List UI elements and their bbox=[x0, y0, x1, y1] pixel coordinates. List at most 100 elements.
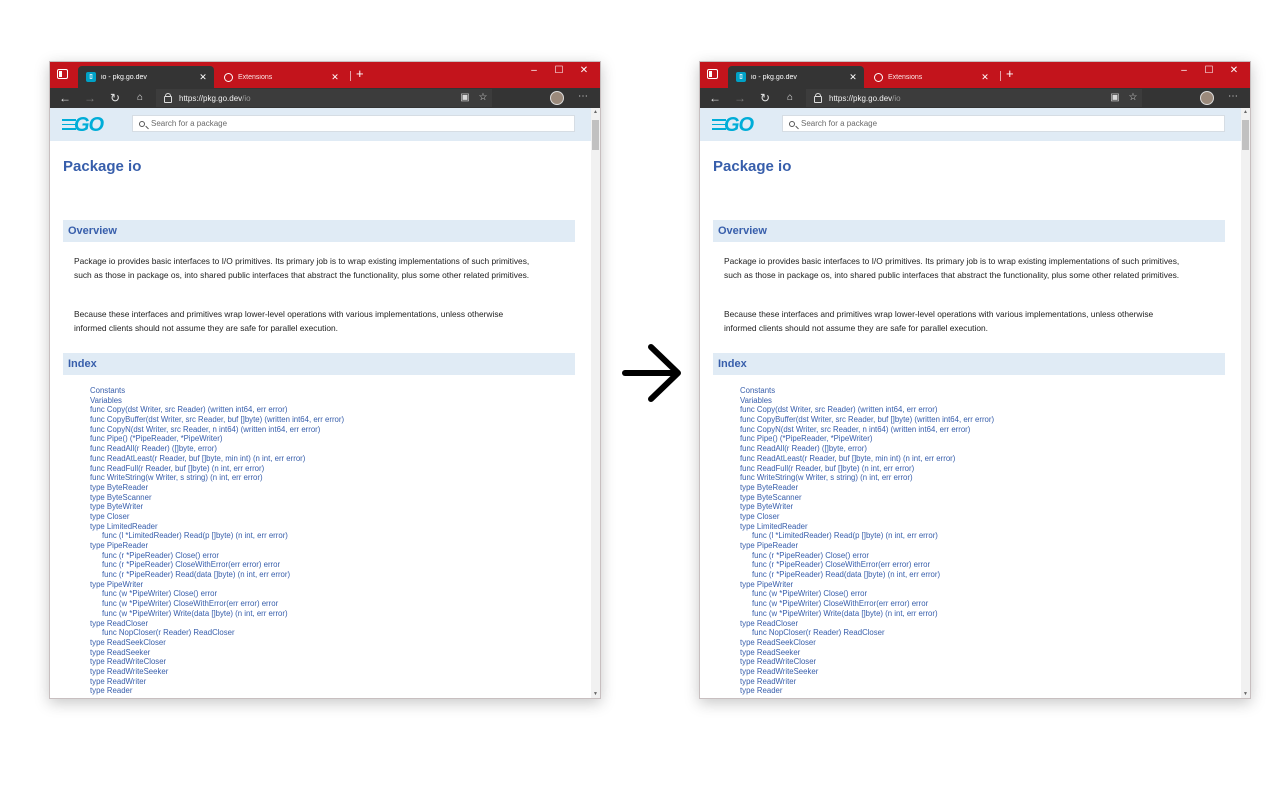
index-link[interactable]: func Pipe() (*PipeReader, *PipeWriter) bbox=[90, 434, 344, 444]
scroll-down-icon[interactable]: ▼ bbox=[1242, 691, 1249, 697]
index-link[interactable]: func ReadAll(r Reader) ([]byte, error) bbox=[740, 444, 994, 454]
index-heading[interactable]: Index bbox=[713, 353, 1225, 375]
index-link[interactable]: type ReadSeeker bbox=[90, 648, 344, 658]
go-logo[interactable]: GO bbox=[724, 114, 754, 137]
index-link[interactable]: type ReadWriteSeeker bbox=[90, 667, 344, 677]
index-link[interactable]: func WriteString(w Writer, s string) (n … bbox=[90, 473, 344, 483]
avatar[interactable] bbox=[550, 91, 564, 105]
index-link[interactable]: func ReadFull(r Reader, buf []byte) (n i… bbox=[740, 464, 994, 474]
index-link[interactable]: type LimitedReader bbox=[90, 522, 344, 532]
index-link[interactable]: func (w *PipeWriter) CloseWithError(err … bbox=[90, 599, 344, 609]
new-tab-icon[interactable]: + bbox=[356, 66, 364, 81]
index-link[interactable]: type ByteScanner bbox=[740, 493, 994, 503]
tab-io[interactable]: ▯ io - pkg.go.dev ✕ bbox=[728, 66, 864, 88]
index-link[interactable]: func Pipe() (*PipeReader, *PipeWriter) bbox=[740, 434, 994, 444]
scrollbar[interactable]: ▲ ▼ bbox=[591, 108, 600, 698]
index-link[interactable]: type ReadSeekCloser bbox=[740, 638, 994, 648]
index-link[interactable]: type ReadWriter bbox=[740, 677, 994, 687]
scrollbar[interactable]: ▲ ▼ bbox=[1241, 108, 1250, 698]
favorites-star-icon[interactable]: ☆ bbox=[476, 92, 490, 103]
lock-icon[interactable] bbox=[164, 92, 172, 103]
index-link[interactable]: func (w *PipeWriter) Close() error bbox=[740, 589, 994, 599]
reading-view-icon[interactable]: ▣ bbox=[458, 92, 472, 103]
index-link[interactable]: func (r *PipeReader) Read(data []byte) (… bbox=[740, 570, 994, 580]
index-link[interactable]: func (w *PipeWriter) Close() error bbox=[90, 589, 344, 599]
index-link[interactable]: type ByteWriter bbox=[90, 502, 344, 512]
home-icon[interactable]: ⌂ bbox=[783, 90, 797, 106]
favorites-star-icon[interactable]: ☆ bbox=[1126, 92, 1140, 103]
index-link[interactable]: type ReadSeeker bbox=[740, 648, 994, 658]
index-link[interactable]: func (r *PipeReader) CloseWithError(err … bbox=[90, 560, 344, 570]
scroll-down-icon[interactable]: ▼ bbox=[592, 691, 599, 697]
tab-extensions[interactable]: Extensions ✕ bbox=[216, 66, 346, 88]
index-link[interactable]: func (r *PipeReader) CloseWithError(err … bbox=[740, 560, 994, 570]
index-link[interactable]: type ReadCloser bbox=[90, 619, 344, 629]
index-link[interactable]: func (w *PipeWriter) CloseWithError(err … bbox=[740, 599, 994, 609]
index-link[interactable]: type Reader bbox=[740, 686, 994, 696]
search-input[interactable]: Search for a package bbox=[132, 115, 575, 132]
index-link[interactable]: func (w *PipeWriter) Write(data []byte) … bbox=[90, 609, 344, 619]
index-link[interactable]: func Copy(dst Writer, src Reader) (writt… bbox=[740, 405, 994, 415]
index-link[interactable]: func (w *PipeWriter) Write(data []byte) … bbox=[740, 609, 994, 619]
index-link[interactable]: type Reader bbox=[90, 686, 344, 696]
more-menu-icon[interactable]: ⋯ bbox=[576, 91, 590, 102]
index-link[interactable]: Constants bbox=[740, 386, 994, 396]
maximize-button[interactable]: ☐ bbox=[547, 65, 571, 76]
index-link[interactable]: Variables bbox=[740, 396, 994, 406]
close-tab-icon[interactable]: ✕ bbox=[978, 72, 992, 83]
refresh-icon[interactable]: ↻ bbox=[108, 90, 122, 106]
index-link[interactable]: type PipeReader bbox=[740, 541, 994, 551]
address-bar[interactable]: https://pkg.go.dev /io ▣ ☆ bbox=[156, 89, 492, 107]
index-link[interactable]: Constants bbox=[90, 386, 344, 396]
back-icon[interactable]: ← bbox=[708, 90, 722, 106]
index-link[interactable]: type ReadWriteCloser bbox=[90, 657, 344, 667]
index-link[interactable]: func CopyBuffer(dst Writer, src Reader, … bbox=[90, 415, 344, 425]
tab-actions-icon[interactable] bbox=[57, 69, 68, 79]
index-link[interactable]: func (l *LimitedReader) Read(p []byte) (… bbox=[740, 531, 994, 541]
index-link[interactable]: Variables bbox=[90, 396, 344, 406]
index-link[interactable]: type ReadWriteCloser bbox=[740, 657, 994, 667]
index-link[interactable]: func NopCloser(r Reader) ReadCloser bbox=[90, 628, 344, 638]
index-link[interactable]: type ReadWriter bbox=[90, 677, 344, 687]
address-bar[interactable]: https://pkg.go.dev /io ▣ ☆ bbox=[806, 89, 1142, 107]
search-input[interactable]: Search for a package bbox=[782, 115, 1225, 132]
index-link[interactable]: func ReadAtLeast(r Reader, buf []byte, m… bbox=[90, 454, 344, 464]
back-icon[interactable]: ← bbox=[58, 90, 72, 106]
close-tab-icon[interactable]: ✕ bbox=[328, 72, 342, 83]
close-tab-icon[interactable]: ✕ bbox=[846, 72, 860, 83]
index-link[interactable]: func WriteString(w Writer, s string) (n … bbox=[740, 473, 994, 483]
avatar[interactable] bbox=[1200, 91, 1214, 105]
index-link[interactable]: func (r *PipeReader) Close() error bbox=[90, 551, 344, 561]
tab-actions-icon[interactable] bbox=[707, 69, 718, 79]
index-link[interactable]: type Closer bbox=[90, 512, 344, 522]
index-link[interactable]: type ReadCloser bbox=[740, 619, 994, 629]
index-link[interactable]: func (r *PipeReader) Read(data []byte) (… bbox=[90, 570, 344, 580]
overview-heading[interactable]: Overview bbox=[713, 220, 1225, 242]
index-link[interactable]: type PipeWriter bbox=[90, 580, 344, 590]
index-link[interactable]: type ReadWriteSeeker bbox=[740, 667, 994, 677]
home-icon[interactable]: ⌂ bbox=[133, 90, 147, 106]
index-link[interactable]: type ByteWriter bbox=[740, 502, 994, 512]
new-tab-icon[interactable]: + bbox=[1006, 66, 1014, 81]
index-link[interactable]: type ReadSeekCloser bbox=[90, 638, 344, 648]
tab-io[interactable]: ▯ io - pkg.go.dev ✕ bbox=[78, 66, 214, 88]
index-link[interactable]: type PipeWriter bbox=[740, 580, 994, 590]
index-link[interactable]: func CopyN(dst Writer, src Reader, n int… bbox=[740, 425, 994, 435]
index-link[interactable]: func ReadAtLeast(r Reader, buf []byte, m… bbox=[740, 454, 994, 464]
index-link[interactable]: type ByteScanner bbox=[90, 493, 344, 503]
close-window-button[interactable]: ✕ bbox=[1222, 65, 1246, 76]
index-link[interactable]: type ByteReader bbox=[740, 483, 994, 493]
more-menu-icon[interactable]: ⋯ bbox=[1226, 91, 1240, 102]
index-link[interactable]: func CopyN(dst Writer, src Reader, n int… bbox=[90, 425, 344, 435]
close-window-button[interactable]: ✕ bbox=[572, 65, 596, 76]
index-link[interactable]: type PipeReader bbox=[90, 541, 344, 551]
index-link[interactable]: type Closer bbox=[740, 512, 994, 522]
index-link[interactable]: type ByteReader bbox=[90, 483, 344, 493]
maximize-button[interactable]: ☐ bbox=[1197, 65, 1221, 76]
lock-icon[interactable] bbox=[814, 92, 822, 103]
close-tab-icon[interactable]: ✕ bbox=[196, 72, 210, 83]
forward-icon[interactable]: → bbox=[733, 90, 747, 106]
scroll-up-icon[interactable]: ▲ bbox=[592, 109, 599, 115]
minimize-button[interactable]: – bbox=[1172, 65, 1196, 76]
index-link[interactable]: func CopyBuffer(dst Writer, src Reader, … bbox=[740, 415, 994, 425]
